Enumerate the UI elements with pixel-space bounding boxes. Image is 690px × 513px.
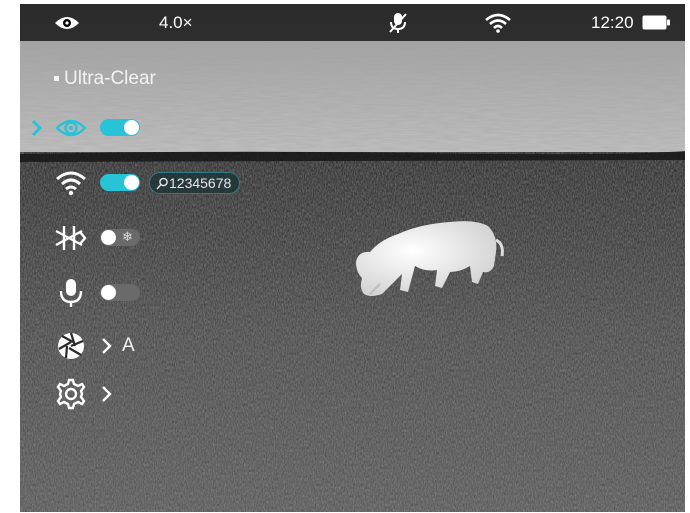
microphone-toggle[interactable] <box>100 284 140 301</box>
chevron-right-icon <box>102 338 112 354</box>
wifi-password-text: 12345678 <box>169 175 232 191</box>
chevron-right-icon <box>102 386 112 402</box>
selection-caret-icon <box>31 119 43 137</box>
viewfinder-screen: 4.0× 12:20 Ultra-Clear 12345678 ❄ A <box>20 4 685 512</box>
menu-item-view-mode[interactable] <box>20 111 160 145</box>
zoom-level[interactable]: 4.0× <box>159 4 193 41</box>
title-bullet <box>54 76 59 82</box>
snowflake-icon <box>55 226 87 250</box>
calibration-mode-value: A <box>122 335 135 356</box>
aperture-icon <box>58 332 84 359</box>
defrost-toggle[interactable]: ❄ <box>100 229 140 246</box>
menu-title-text: Ultra-Clear <box>64 68 156 89</box>
view-mode-toggle[interactable] <box>100 119 140 136</box>
microphone-icon <box>59 279 83 307</box>
wifi-toggle[interactable] <box>100 174 140 191</box>
battery-icon <box>642 4 670 41</box>
gear-icon <box>56 378 86 410</box>
menu-item-calibration[interactable]: A <box>20 329 160 363</box>
wifi-icon <box>56 171 86 196</box>
menu-item-settings[interactable] <box>20 377 160 411</box>
key-icon <box>156 177 168 189</box>
menu-item-wifi[interactable]: 12345678 <box>20 166 260 200</box>
eye-icon[interactable] <box>54 4 80 41</box>
menu-item-defrost[interactable]: ❄ <box>20 221 160 255</box>
status-bar: 4.0× 12:20 <box>20 4 685 41</box>
eye-icon <box>55 119 87 137</box>
wifi-icon <box>485 4 511 41</box>
menu-title: Ultra-Clear <box>54 68 156 90</box>
mic-muted-icon <box>388 4 408 41</box>
wifi-password-badge[interactable]: 12345678 <box>149 172 241 194</box>
menu-item-microphone[interactable] <box>20 276 160 310</box>
clock: 12:20 <box>591 12 634 32</box>
snowflake-mini-icon: ❄ <box>122 229 133 244</box>
